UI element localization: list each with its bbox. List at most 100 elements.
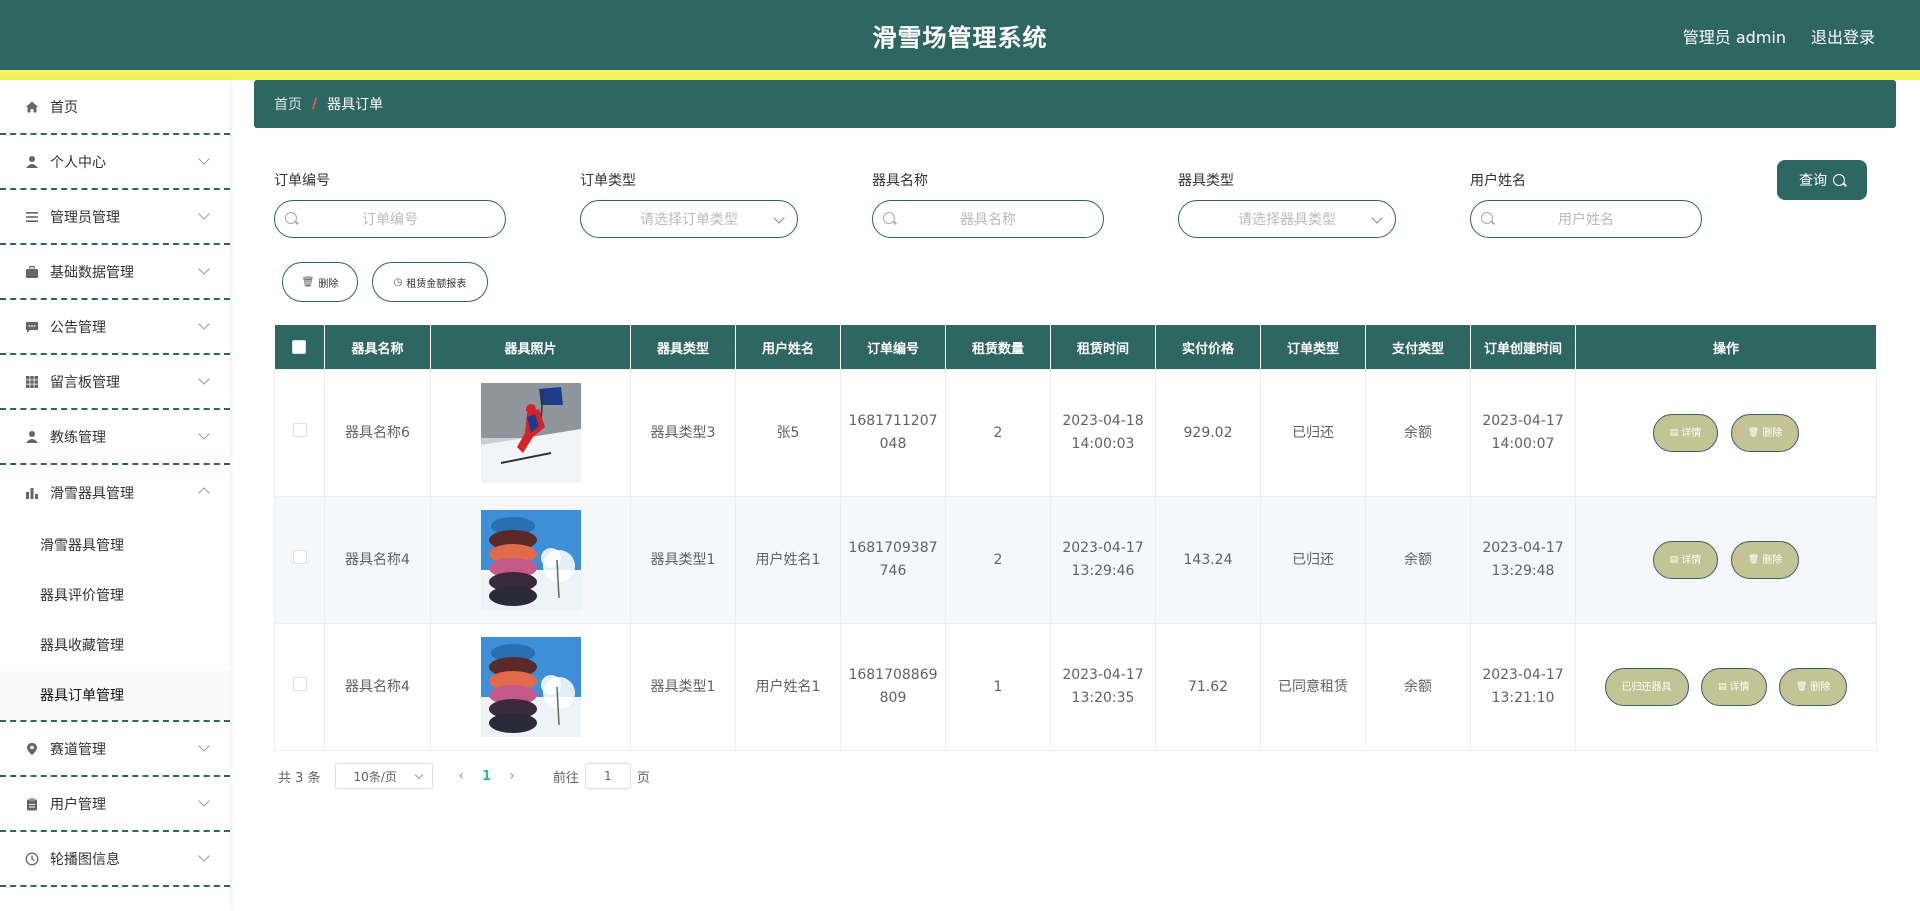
row-select-cell[interactable] — [274, 369, 325, 497]
trash-icon: 🗑 — [301, 276, 315, 288]
page-number-current[interactable]: 1 — [482, 769, 491, 784]
sidebar-item-label: 管理员管理 — [50, 209, 120, 226]
sidebar-item-label: 首页 — [50, 99, 78, 116]
order-no-placeholder: 订单编号 — [362, 212, 418, 228]
rent-time-cell: 2023-04-18 14:00:03 — [1050, 369, 1156, 497]
delete-button[interactable]: 🗑 删除 — [1730, 541, 1800, 579]
equip-type-select[interactable]: 请选择器具类型 — [1178, 200, 1396, 238]
batch-delete-label: 删除 — [318, 278, 339, 290]
submenu-item-equipment-favorite[interactable]: 器具收藏管理 — [0, 620, 230, 670]
sidebar-item-label: 个人中心 — [50, 154, 106, 171]
ski-equipment-submenu: 滑雪器具管理 器具评价管理 器具收藏管理 器具订单管理 — [0, 520, 230, 722]
detail-button[interactable]: ▤ 详情 — [1701, 668, 1767, 706]
order-no-line-1: 1681711207 — [848, 413, 938, 429]
pay-type-cell: 余额 — [1365, 623, 1471, 751]
order-no-cell: 1681708869 809 — [840, 623, 946, 751]
select-all-checkbox[interactable] — [292, 340, 307, 354]
table-row: 器具名称6 器具类型3 张5 1681711207 048 2 2023-04-… — [274, 369, 1877, 497]
grid-icon — [24, 374, 40, 390]
order-no-line-1: 1681708869 — [848, 667, 938, 683]
rent-report-button[interactable]: ◷ 租赁金额报表 — [372, 262, 488, 302]
order-type-select[interactable]: 请选择订单类型 — [580, 200, 798, 238]
column-header: 用户姓名 — [735, 325, 841, 370]
home-icon — [24, 99, 40, 115]
submenu-item-equipment-review[interactable]: 器具评价管理 — [0, 570, 230, 620]
page-size-select[interactable]: 10条/页 — [334, 763, 433, 789]
row-checkbox[interactable] — [292, 676, 307, 691]
breadcrumb-home-link[interactable]: 首页 — [274, 94, 302, 114]
column-header: 订单创建时间 — [1470, 325, 1576, 370]
return-equipment-label: 已归还器具 — [1621, 681, 1672, 693]
sidebar-item-admin-management[interactable]: 管理员管理 — [0, 190, 230, 245]
chevron-up-icon — [198, 487, 210, 499]
rent-time-cell: 2023-04-17 13:29:46 — [1050, 496, 1156, 624]
pay-type-cell: 余额 — [1365, 496, 1471, 624]
order-no-cell: 1681711207 048 — [840, 369, 946, 497]
sidebar-item-home[interactable]: 首页 — [0, 80, 230, 135]
created-time-cell: 2023-04-17 13:29:48 — [1470, 496, 1576, 624]
price-cell: 71.62 — [1155, 623, 1261, 751]
column-header: 实付价格 — [1155, 325, 1261, 370]
logout-button[interactable]: 退出登录 — [1811, 24, 1875, 48]
pagination-total: 共 3 条 — [278, 770, 321, 786]
sidebar-item-label: 用户管理 — [50, 796, 106, 813]
sidebar-item-user[interactable]: 用户管理 — [0, 777, 230, 832]
batch-delete-button[interactable]: 🗑 删除 — [282, 262, 358, 302]
sidebar-item-ski-equipment[interactable]: 滑雪器具管理 — [0, 465, 230, 520]
equip-photo-cell — [430, 623, 631, 751]
ops-cell: ▤ 详情 🗑 删除 — [1575, 369, 1877, 497]
delete-button[interactable]: 🗑 删除 — [1778, 668, 1848, 706]
bar-chart-icon — [24, 485, 40, 501]
rent-clock: 13:20:35 — [1071, 690, 1135, 706]
query-button-label: 查询 — [1799, 173, 1827, 189]
ops-cell: 已归还器具 ▤ 详情 🗑 删除 — [1575, 623, 1877, 751]
sidebar-item-notice[interactable]: 公告管理 — [0, 300, 230, 355]
delete-label: 删除 — [1762, 427, 1783, 439]
return-equipment-button[interactable]: 已归还器具 — [1604, 668, 1689, 706]
equip-name-cell: 器具名称4 — [324, 496, 431, 624]
sidebar-item-coach[interactable]: 教练管理 — [0, 410, 230, 465]
sidebar-item-personal-center[interactable]: 个人中心 — [0, 135, 230, 190]
next-page-button[interactable]: › — [509, 768, 515, 784]
rent-date: 2023-04-17 — [1062, 540, 1144, 556]
created-clock: 13:29:48 — [1491, 563, 1555, 579]
detail-button[interactable]: ▤ 详情 — [1652, 414, 1719, 452]
top-header: 滑雪场管理系统 管理员 admin 退出登录 — [0, 0, 1920, 70]
user-name-input[interactable]: 用户姓名 — [1470, 200, 1702, 238]
delete-button[interactable]: 🗑 删除 — [1730, 414, 1800, 452]
sidebar-item-label: 基础数据管理 — [50, 264, 134, 281]
row-select-cell[interactable] — [274, 623, 325, 751]
detail-button[interactable]: ▤ 详情 — [1652, 541, 1719, 579]
search-icon — [1481, 212, 1493, 224]
prev-page-button[interactable]: ‹ — [459, 768, 465, 784]
submenu-item-equipment-order[interactable]: 器具订单管理 — [0, 670, 230, 720]
created-time-cell: 2023-04-17 13:21:10 — [1470, 623, 1576, 751]
row-checkbox[interactable] — [292, 549, 307, 564]
query-button[interactable]: 查询 — [1777, 160, 1867, 200]
user-icon — [24, 154, 40, 170]
chevron-down-icon — [198, 263, 210, 275]
order-no-input[interactable]: 订单编号 — [274, 200, 506, 238]
rent-report-label: 租赁金额报表 — [406, 278, 467, 290]
equip-name-label: 器具名称 — [872, 173, 928, 189]
chevron-down-icon — [198, 153, 210, 165]
select-all-cell[interactable] — [274, 325, 325, 370]
column-header: 支付类型 — [1365, 325, 1471, 370]
created-clock: 13:21:10 — [1491, 690, 1555, 706]
page-suffix: 页 — [636, 770, 650, 786]
sidebar-item-message-board[interactable]: 留言板管理 — [0, 355, 230, 410]
user-icon — [24, 429, 40, 445]
sidebar-item-carousel[interactable]: 轮播图信息 — [0, 832, 230, 887]
created-clock: 14:00:07 — [1491, 436, 1555, 452]
sidebar-item-track[interactable]: 赛道管理 — [0, 722, 230, 777]
row-checkbox[interactable] — [292, 422, 307, 437]
equip-name-cell: 器具名称6 — [324, 369, 431, 497]
sidebar: 首页 个人中心 管理员管理 基础数据管理 公告管理 留言板管理 教练管理 滑雪器… — [0, 80, 230, 911]
sidebar-item-basic-data[interactable]: 基础数据管理 — [0, 245, 230, 300]
goto-page-input[interactable]: 1 — [584, 763, 631, 789]
sidebar-item-label: 留言板管理 — [50, 374, 120, 391]
equip-name-input[interactable]: 器具名称 — [872, 200, 1104, 238]
price-cell: 929.02 — [1155, 369, 1261, 497]
row-select-cell[interactable] — [274, 496, 325, 624]
submenu-item-ski-equipment[interactable]: 滑雪器具管理 — [0, 520, 230, 570]
